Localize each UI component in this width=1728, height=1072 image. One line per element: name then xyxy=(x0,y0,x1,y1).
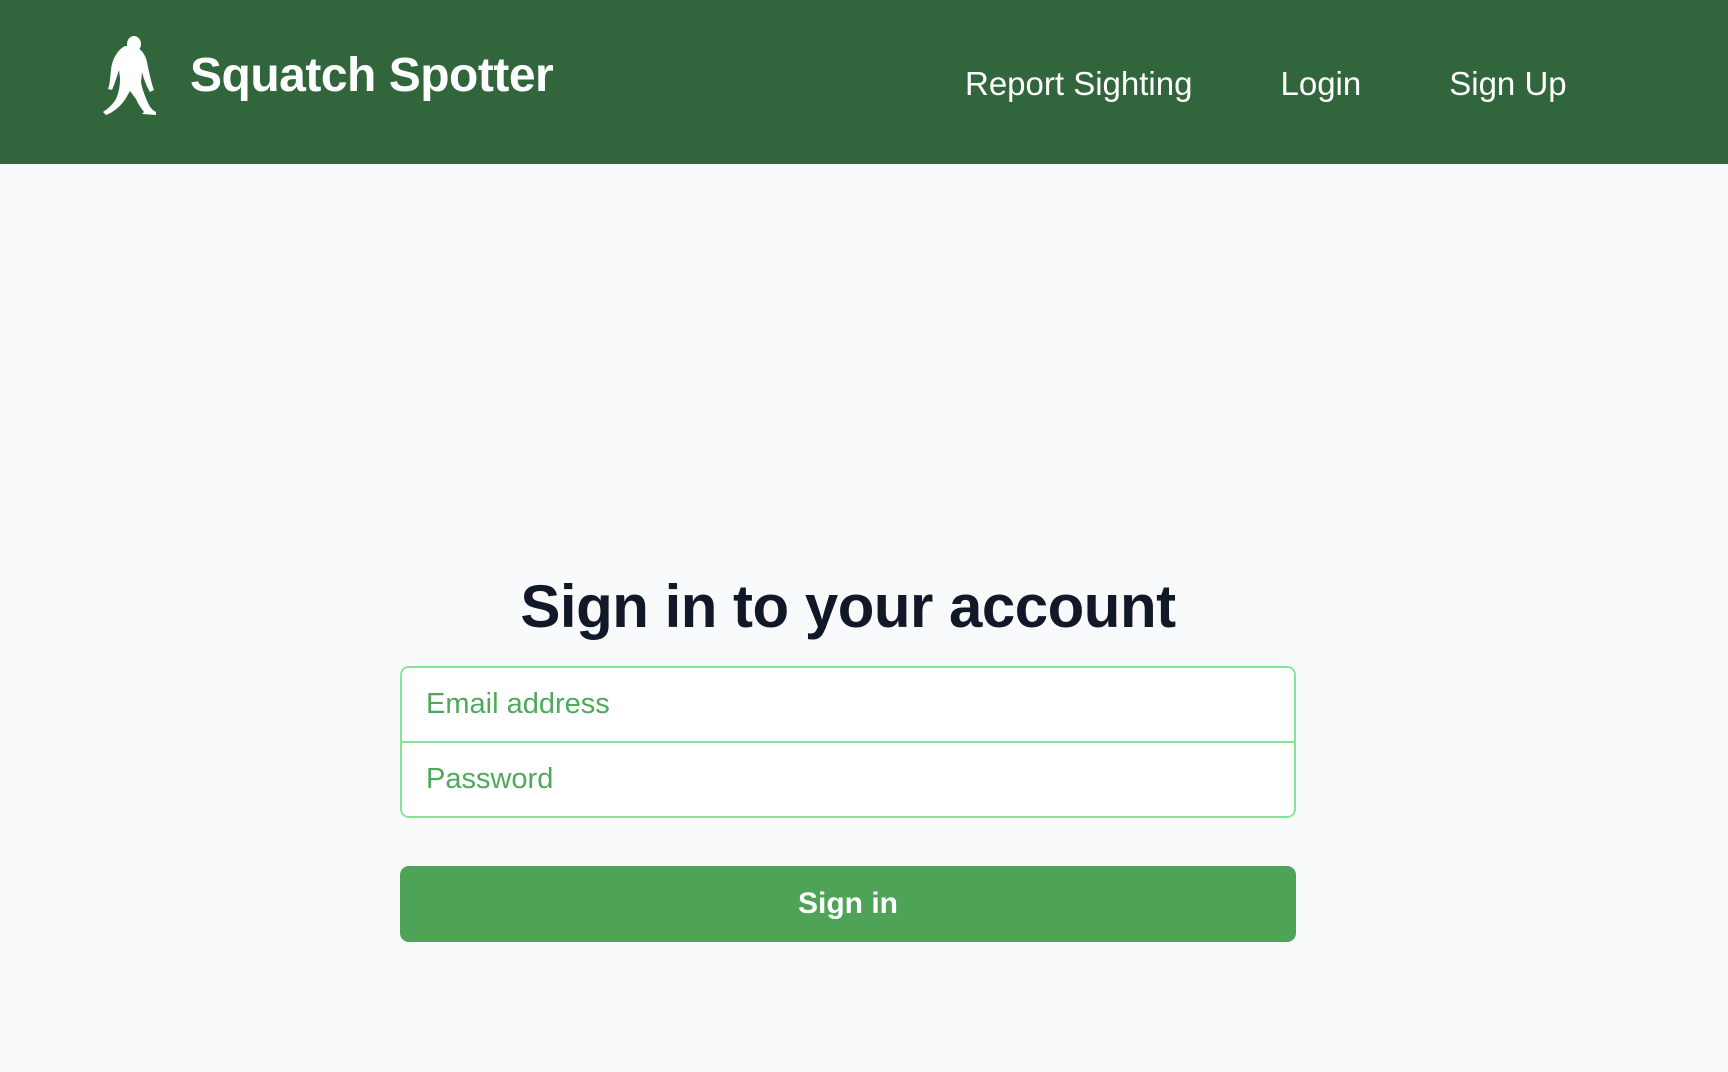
bigfoot-silhouette-icon xyxy=(103,36,156,115)
credentials-field-group xyxy=(400,666,1296,818)
primary-nav: Report Sighting Login Sign Up xyxy=(965,62,1567,106)
sign-in-form: Sign in xyxy=(400,666,1296,942)
sign-in-button[interactable]: Sign in xyxy=(400,866,1296,942)
page-title: Sign in to your account xyxy=(520,573,1176,641)
navbar: Squatch Spotter Report Sighting Login Si… xyxy=(0,0,1728,164)
nav-report-sighting-link[interactable]: Report Sighting xyxy=(965,62,1192,106)
brand[interactable]: Squatch Spotter xyxy=(98,36,554,116)
main-content: Sign in to your account Sign in xyxy=(0,164,1728,1072)
nav-login-link[interactable]: Login xyxy=(1280,62,1361,106)
nav-sign-up-link[interactable]: Sign Up xyxy=(1449,62,1566,106)
brand-name: Squatch Spotter xyxy=(190,49,554,102)
password-field[interactable] xyxy=(402,743,1294,816)
email-field[interactable] xyxy=(402,668,1294,741)
